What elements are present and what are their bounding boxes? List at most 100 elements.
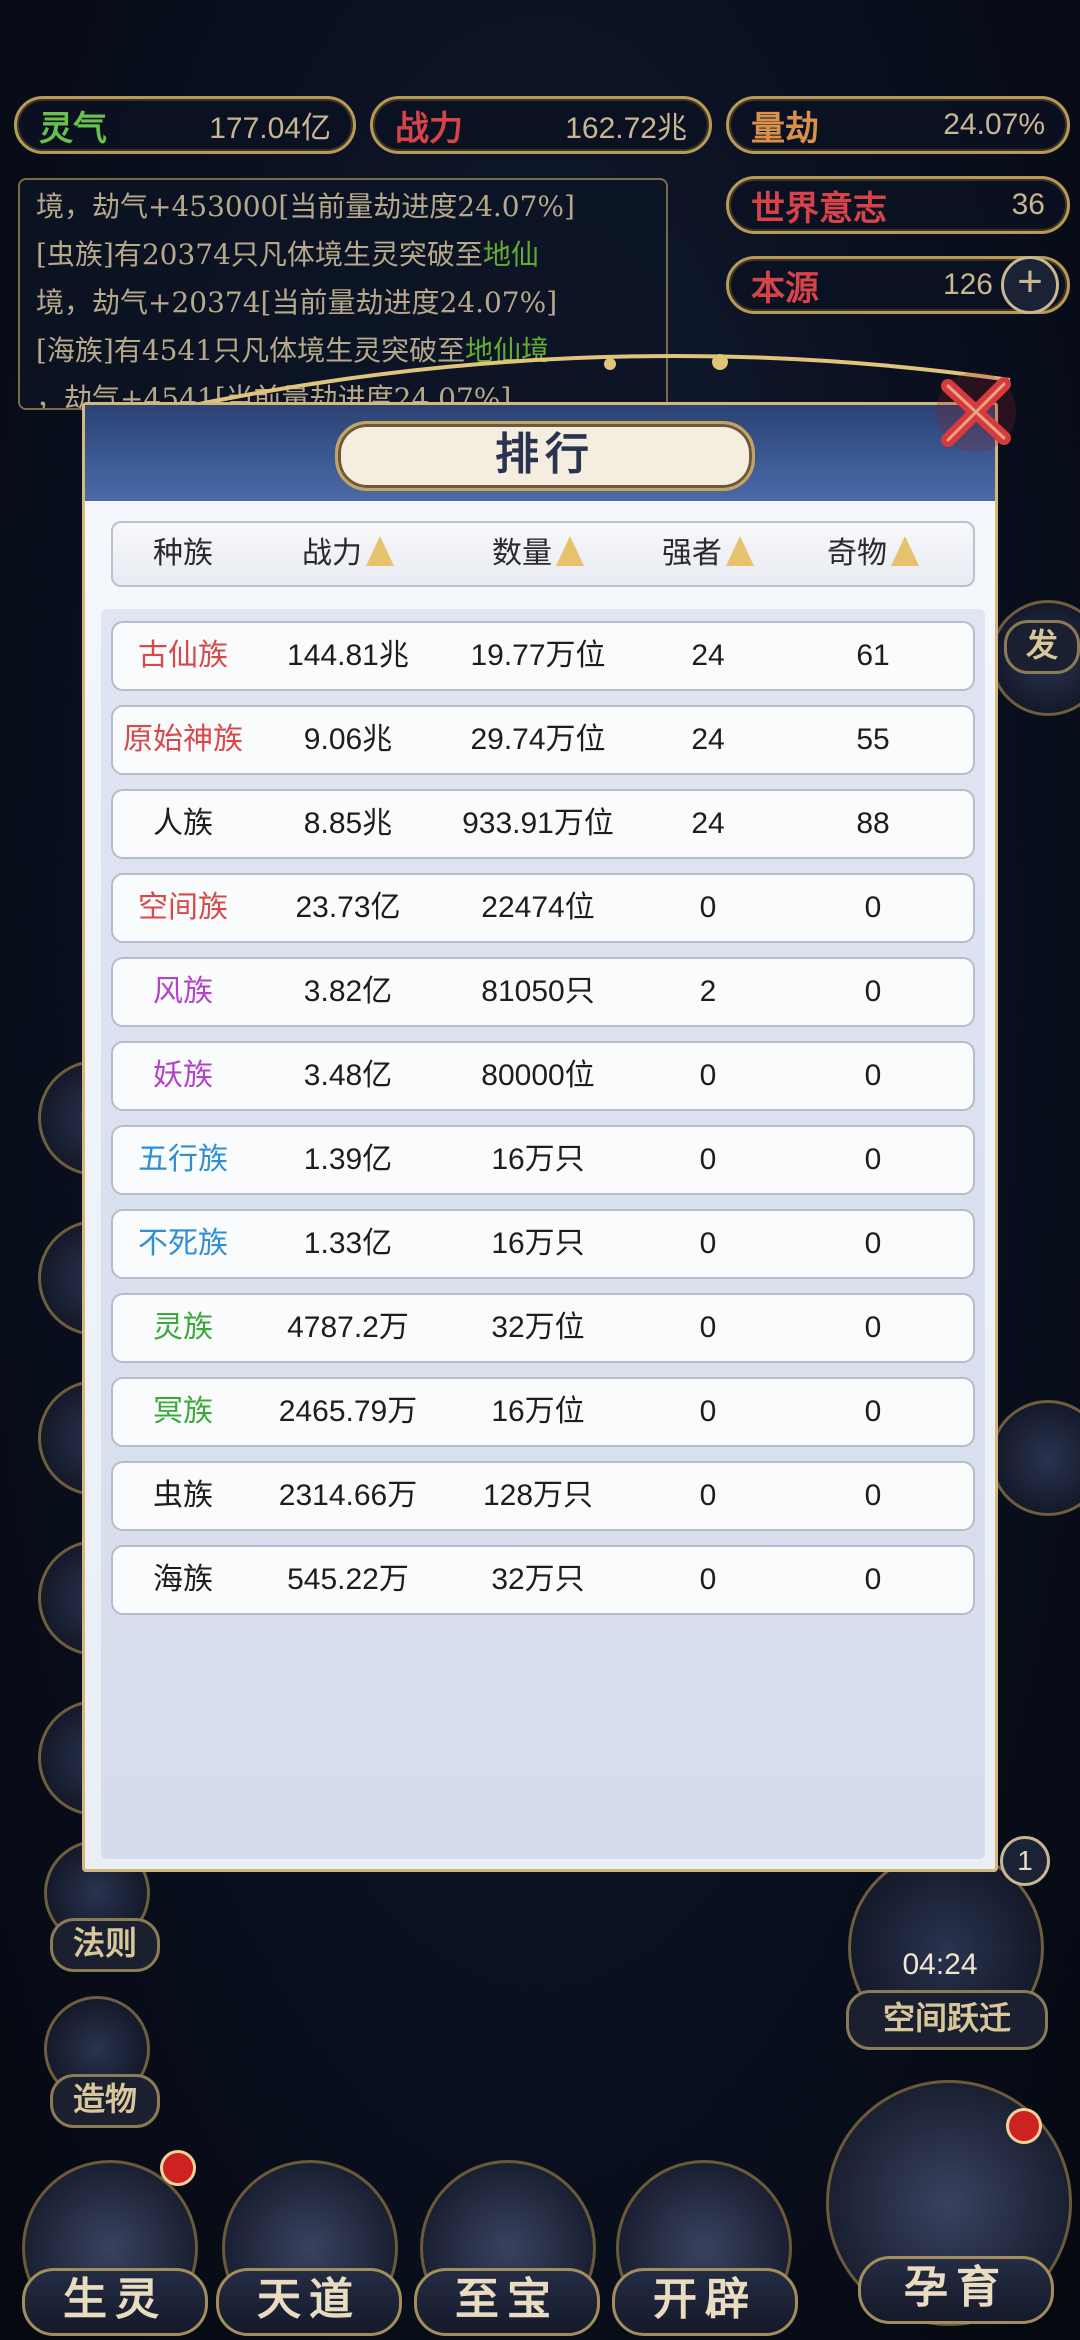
count-value: 29.74万位 (470, 723, 606, 756)
log-line: [虫族]有20374只凡体境生灵突破至地仙 (36, 238, 539, 271)
space-jump-label[interactable]: 空间跃迁 (846, 1990, 1048, 2050)
table-row[interactable]: 古仙族 144.81兆 19.77万位 24 61 (111, 621, 975, 691)
sort-arrow-icon[interactable] (891, 536, 919, 566)
nav-yunyu[interactable]: 孕育 (858, 2256, 1054, 2324)
liangjie-label: 量劫 (751, 108, 819, 149)
sort-arrow-icon[interactable] (726, 536, 754, 566)
nav-tiandao[interactable]: 天道 (216, 2268, 402, 2336)
table-row[interactable]: 灵族 4787.2万 32万位 0 0 (111, 1293, 975, 1363)
race-name: 人族 (153, 806, 213, 841)
strong-value: 24 (691, 807, 725, 840)
race-name: 海族 (153, 1562, 213, 1597)
treasure-value: 0 (864, 1227, 882, 1260)
table-row[interactable]: 不死族 1.33亿 16万只 0 0 (111, 1209, 975, 1279)
zhanli-value: 162.72兆 (565, 112, 687, 145)
zhanli-stat: 战力 162.72兆 (370, 96, 712, 154)
close-x-icon[interactable] (930, 366, 1022, 458)
col-strong-sort[interactable]: 强者 (633, 523, 783, 585)
count-value: 80000位 (481, 1059, 595, 1092)
timer-text: 04:24 (902, 1948, 978, 1981)
race-name: 原始神族 (123, 722, 243, 757)
table-row[interactable]: 虫族 2314.66万 128万只 0 0 (111, 1461, 975, 1531)
count-value: 933.91万位 (462, 807, 614, 840)
world-will-stat[interactable]: 世界意志 36 (726, 176, 1070, 234)
power-value: 545.22万 (287, 1563, 409, 1596)
world-will-label: 世界意志 (751, 188, 887, 229)
strong-value: 2 (699, 975, 717, 1008)
col-treasure-sort[interactable]: 奇物 (783, 523, 963, 585)
badge-count: 1 (1000, 1836, 1050, 1886)
treasure-value: 88 (856, 807, 890, 840)
treasure-value: 0 (864, 1395, 882, 1428)
power-value: 1.39亿 (303, 1143, 393, 1176)
race-name: 虫族 (153, 1478, 213, 1513)
power-value: 23.73亿 (295, 891, 401, 924)
count-value: 16万只 (491, 1143, 585, 1176)
treasure-value: 61 (856, 639, 890, 672)
source-stat: 本源 126 + (726, 256, 1070, 314)
lingqi-stat: 灵气 177.04亿 (14, 96, 356, 154)
strong-value: 0 (699, 1563, 717, 1596)
power-value: 3.82亿 (303, 975, 393, 1008)
treasure-value: 0 (864, 891, 882, 924)
treasure-value: 0 (864, 1059, 882, 1092)
col-count-sort[interactable]: 数量 (443, 523, 633, 585)
strong-value: 0 (699, 1227, 717, 1260)
strong-value: 0 (699, 891, 717, 924)
law-label[interactable]: 法则 (50, 1918, 160, 1972)
race-name: 冥族 (153, 1394, 213, 1429)
nav-kaipi[interactable]: 开辟 (612, 2268, 798, 2336)
treasure-value: 0 (864, 1311, 882, 1344)
race-name: 五行族 (138, 1142, 228, 1177)
table-row[interactable]: 人族 8.85兆 933.91万位 24 88 (111, 789, 975, 859)
modal-title: 排行 (335, 421, 755, 491)
source-label: 本源 (751, 268, 819, 309)
lingqi-value: 177.04亿 (209, 112, 331, 145)
ranking-modal: 排行 种族 战力 数量 强者 奇物 古仙族 144.81兆 19.77万位 24 61 原… (82, 402, 998, 1872)
notification-dot (160, 2150, 196, 2186)
plus-icon[interactable]: + (1001, 256, 1059, 314)
sort-arrow-icon[interactable] (366, 536, 394, 566)
count-value: 81050只 (481, 975, 595, 1008)
strong-value: 24 (691, 723, 725, 756)
nav-zhibao[interactable]: 至宝 (414, 2268, 600, 2336)
right-side-button-2[interactable] (990, 1400, 1080, 1516)
create-label[interactable]: 造物 (50, 2074, 160, 2128)
strong-value: 0 (699, 1059, 717, 1092)
strong-value: 0 (699, 1479, 717, 1512)
power-value: 3.48亿 (303, 1059, 393, 1092)
table-row[interactable]: 冥族 2465.79万 16万位 0 0 (111, 1377, 975, 1447)
notification-dot (1006, 2108, 1042, 2144)
zhanli-label: 战力 (395, 108, 463, 149)
strong-value: 24 (691, 639, 725, 672)
table-row[interactable]: 风族 3.82亿 81050只 2 0 (111, 957, 975, 1027)
treasure-value: 0 (864, 975, 882, 1008)
liangjie-value: 24.07% (943, 108, 1045, 141)
race-name: 妖族 (153, 1058, 213, 1093)
log-line: 境，劫气+20374[当前量劫进度24.07%] (36, 286, 558, 319)
world-will-value: 36 (1011, 188, 1045, 221)
race-name: 空间族 (138, 890, 228, 925)
power-value: 8.85兆 (303, 807, 393, 840)
nav-shengling[interactable]: 生灵 (22, 2268, 208, 2336)
lingqi-label: 灵气 (39, 108, 107, 149)
sort-arrow-icon[interactable] (556, 536, 584, 566)
strong-value: 0 (699, 1143, 717, 1176)
table-row[interactable]: 空间族 23.73亿 22474位 0 0 (111, 873, 975, 943)
treasure-value: 0 (864, 1143, 882, 1176)
count-value: 16万位 (491, 1395, 585, 1428)
table-row[interactable]: 海族 545.22万 32万只 0 0 (111, 1545, 975, 1615)
strong-value: 0 (699, 1311, 717, 1344)
table-row[interactable]: 原始神族 9.06兆 29.74万位 24 55 (111, 705, 975, 775)
log-line: 境，劫气+453000[当前量劫进度24.07%] (36, 190, 575, 223)
table-row[interactable]: 五行族 1.39亿 16万只 0 0 (111, 1125, 975, 1195)
ranking-list[interactable]: 古仙族 144.81兆 19.77万位 24 61 原始神族 9.06兆 29.74万位 24 5… (101, 609, 985, 1859)
race-name: 风族 (153, 974, 213, 1009)
power-value: 2314.66万 (278, 1479, 418, 1512)
right-fa-label[interactable]: 发 (1004, 620, 1080, 674)
col-race: 种族 (153, 536, 213, 571)
power-value: 1.33亿 (303, 1227, 393, 1260)
power-value: 2465.79万 (278, 1395, 418, 1428)
table-row[interactable]: 妖族 3.48亿 80000位 0 0 (111, 1041, 975, 1111)
col-power-sort[interactable]: 战力 (253, 523, 443, 585)
